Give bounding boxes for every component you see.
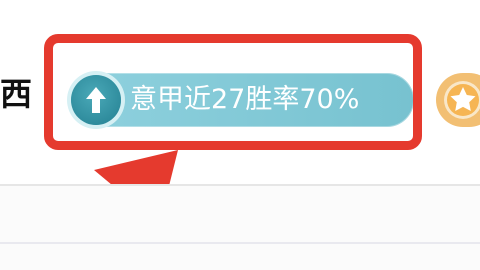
list-separator: [0, 242, 480, 244]
content-area: [0, 186, 480, 270]
